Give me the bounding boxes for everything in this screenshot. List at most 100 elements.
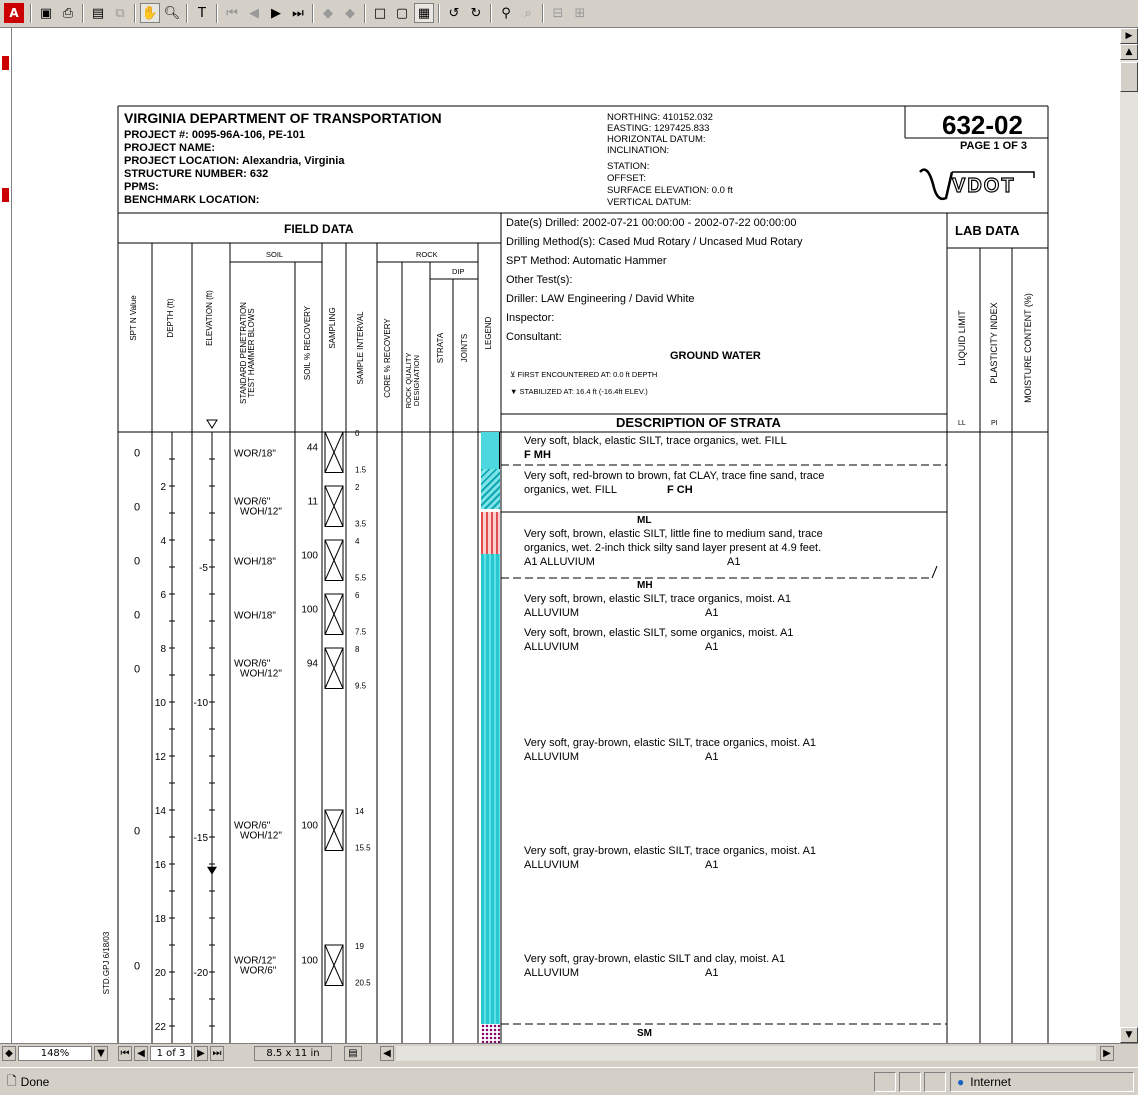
soil-recovery-value: 100 [301,955,318,966]
scroll-down-arrow-icon[interactable]: ▼ [1120,1027,1138,1043]
next-page-icon[interactable]: ▶ [266,3,286,23]
driller: Driller: LAW Engineering / David White [506,293,695,305]
field-data-title: FIELD DATA [284,222,354,236]
text-select-icon[interactable]: T [192,3,212,23]
strata-5-code-2: A1 [705,641,719,653]
fit-width-icon[interactable]: ▦ [414,3,434,23]
toolbar-separator [30,4,32,23]
next-page-mini-icon[interactable]: ▶ [194,1046,208,1061]
go-back-icon[interactable]: ◆ [318,3,338,23]
hand-tool-icon[interactable]: ✋ [140,3,160,23]
boring-id: 632-02 [942,110,1023,140]
vertical-scrollbar[interactable]: ▶ ▲ ▼ [1120,28,1138,1043]
status-cell [924,1072,946,1092]
zoom-dropdown-icon[interactable]: ▼ [94,1046,108,1061]
col-elevation: ELEVATION (ft) [205,290,214,346]
elevation-tick-label: -10 [194,698,209,709]
toolbar-separator [364,4,366,23]
prev-page-icon[interactable]: ◀ [244,3,264,23]
spt-value: 0 [134,825,140,837]
rotate-left-icon[interactable]: ↺ [444,3,464,23]
scroll-up-arrow-icon[interactable]: ▲ [1120,44,1138,60]
col-sample-interval: SAMPLE INTERVAL [356,311,365,385]
sample-interval-bottom: 20.5 [355,979,371,988]
horizontal-scroll-track[interactable] [396,1046,1096,1061]
sample-interval-bottom: 15.5 [355,844,371,853]
toolbar-separator [134,4,136,23]
soil-recovery-value: 100 [301,820,318,831]
toolbar-separator [312,4,314,23]
gw-stabilized-symbol-icon: ▼ [510,387,520,396]
hscroll-right-arrow-icon[interactable]: ▶ [1100,1046,1114,1061]
email-icon[interactable]: ▤ [88,3,108,23]
gw-first-symbol-icon: ⊻ [510,370,518,379]
dates-drilled: Date(s) Drilled: 2002-07-21 00:00:00 - 2… [506,217,797,229]
strata-2-code: F CH [667,484,693,496]
strata-4-text-2: ALLUVIUM [524,607,580,619]
acrobat-bottom-bar: ◆ 148% ▼ ⏮ ◀ 1 of 3 ▶ ⏭ 8.5 x 11 in ▤ ◀ … [0,1043,1138,1063]
consultant: Consultant: [506,331,562,343]
soil-recovery-value: 94 [307,658,319,669]
station: STATION: [607,161,650,172]
last-page-icon[interactable]: ⏭ [288,3,308,23]
vdot-logo-text: VDOT [951,175,1016,197]
scroll-thumb[interactable] [1120,62,1138,92]
sample-interval-top: 4 [355,537,360,546]
status-text: Done [20,1075,50,1089]
print-icon[interactable]: ⎙ [58,3,78,23]
col-joints: JOINTS [460,333,469,363]
strata-7-text-2: ALLUVIUM [524,859,580,871]
page-size-label[interactable]: 8.5 x 11 in [254,1046,332,1061]
elevation-tick-label: -15 [194,833,209,844]
soil-group-label: SOIL [266,250,284,259]
go-forward-icon[interactable]: ◆ [340,3,360,23]
strata-6-text-2: ALLUVIUM [524,751,580,763]
hammer-blows: WOH/12" [240,506,282,517]
page-indicator-field[interactable]: 1 of 3 [150,1046,192,1061]
scroll-page-up-icon[interactable]: ▶ [1120,28,1138,44]
document-view[interactable]: 2 4 6 8 10 12 14 16 18 20 22 -5 -10 -15 -20 0 44 WOR/18" 0… [12,28,1120,1043]
bookmarks-pane-edge[interactable] [0,28,12,1043]
sample-interval-bottom: 3.5 [355,520,367,529]
depth-tick-label: 4 [160,536,166,547]
first-page-mini-icon[interactable]: ⏮ [118,1046,132,1061]
strata-2-text: Very soft, red-brown to brown, fat CLAY,… [524,470,825,482]
hammer-blows: WOH/18" [234,610,276,621]
depth-tick-label: 8 [160,644,166,655]
search-icon[interactable]: ⌕ [518,3,538,23]
hammer-blows: WOR/18" [234,448,276,459]
page-layout-icon[interactable]: ▤ [344,1046,362,1061]
navigation-tab-icon[interactable] [2,188,9,202]
rotate-right-icon[interactable]: ↻ [466,3,486,23]
prev-page-mini-icon[interactable]: ◀ [134,1046,148,1061]
legend-strata-sm-fill [481,1024,500,1043]
description-of-strata-title: DESCRIPTION OF STRATA [616,415,781,430]
hscroll-left-arrow-icon[interactable]: ◀ [380,1046,394,1061]
last-page-mini-icon[interactable]: ⏭ [210,1046,224,1061]
first-page-icon[interactable]: ⏮ [222,3,242,23]
offset: OFFSET: [607,173,647,184]
spread-icon[interactable]: ⊟ [548,3,568,23]
actual-size-icon[interactable]: □ [370,3,390,23]
easting: EASTING: 1297425.833 [607,123,710,134]
strata-8-text: Very soft, gray-brown, elastic SILT and … [524,953,786,965]
spt-value: 0 [134,501,140,513]
fit-page-icon[interactable]: ▢ [392,3,412,23]
strata-3-text-2: organics, wet. 2-inch thick silty sand l… [524,542,822,554]
continuous-icon[interactable]: ⊞ [570,3,590,23]
zoom-level-field[interactable]: 148% [18,1046,92,1061]
hammer-blows: WOH/12" [240,830,282,841]
navigation-tab-icon[interactable] [2,56,9,70]
save-icon[interactable]: ▣ [36,3,56,23]
sample-interval-bottom: 7.5 [355,628,367,637]
toolbar-separator [82,4,84,23]
sample-interval-top: 14 [355,807,364,816]
copy-icon[interactable]: ⧉ [110,3,130,23]
depth-tick-label: 6 [160,590,166,601]
zoom-menu-icon[interactable]: ◆ [2,1046,16,1061]
pi-abbr: PI [991,420,998,427]
sample-interval-bottom: 1.5 [355,466,367,475]
zoom-tool-icon[interactable]: 🔍︎ [162,3,182,23]
find-icon[interactable]: ⚲ [496,3,516,23]
horizontal-datum: HORIZONTAL DATUM: [607,134,706,145]
